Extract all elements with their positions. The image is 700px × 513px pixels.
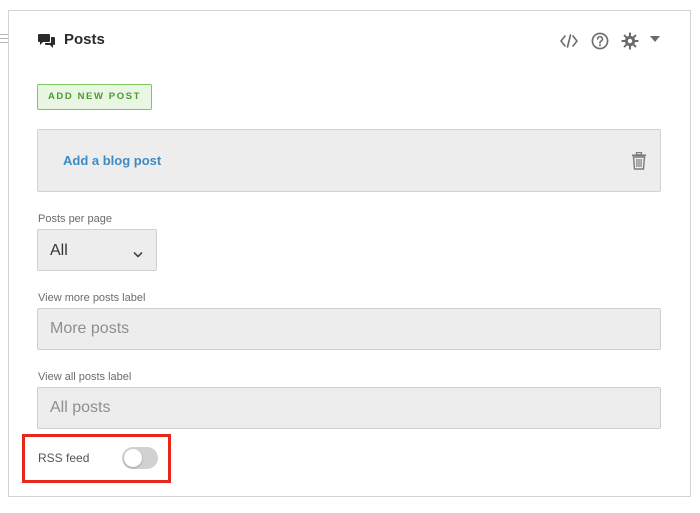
triangle-down-icon[interactable] <box>648 31 662 51</box>
gear-icon[interactable] <box>620 31 640 51</box>
add-new-post-button[interactable]: ADD NEW POST <box>37 84 152 110</box>
view-all-posts-label: View all posts label <box>38 371 132 383</box>
view-more-posts-input[interactable] <box>37 308 661 350</box>
posts-icon <box>38 32 56 48</box>
toggle-knob <box>124 449 142 467</box>
post-list-item: Add a blog post <box>37 129 661 192</box>
trash-icon[interactable] <box>631 151 647 170</box>
code-icon[interactable] <box>559 31 579 51</box>
panel-title: Posts <box>64 31 105 48</box>
rss-feed-label: RSS feed <box>38 451 90 465</box>
posts-per-page-value: All <box>50 242 68 259</box>
add-blog-post-link[interactable]: Add a blog post <box>63 153 161 168</box>
posts-per-page-label: Posts per page <box>38 213 112 225</box>
posts-per-page-select[interactable]: All <box>37 229 157 271</box>
view-all-posts-input[interactable] <box>37 387 661 429</box>
drag-handle[interactable] <box>0 34 8 46</box>
help-icon[interactable] <box>590 31 610 51</box>
view-more-posts-label: View more posts label <box>38 292 146 304</box>
rss-feed-toggle[interactable] <box>122 447 158 469</box>
chevron-down-icon <box>133 246 143 258</box>
